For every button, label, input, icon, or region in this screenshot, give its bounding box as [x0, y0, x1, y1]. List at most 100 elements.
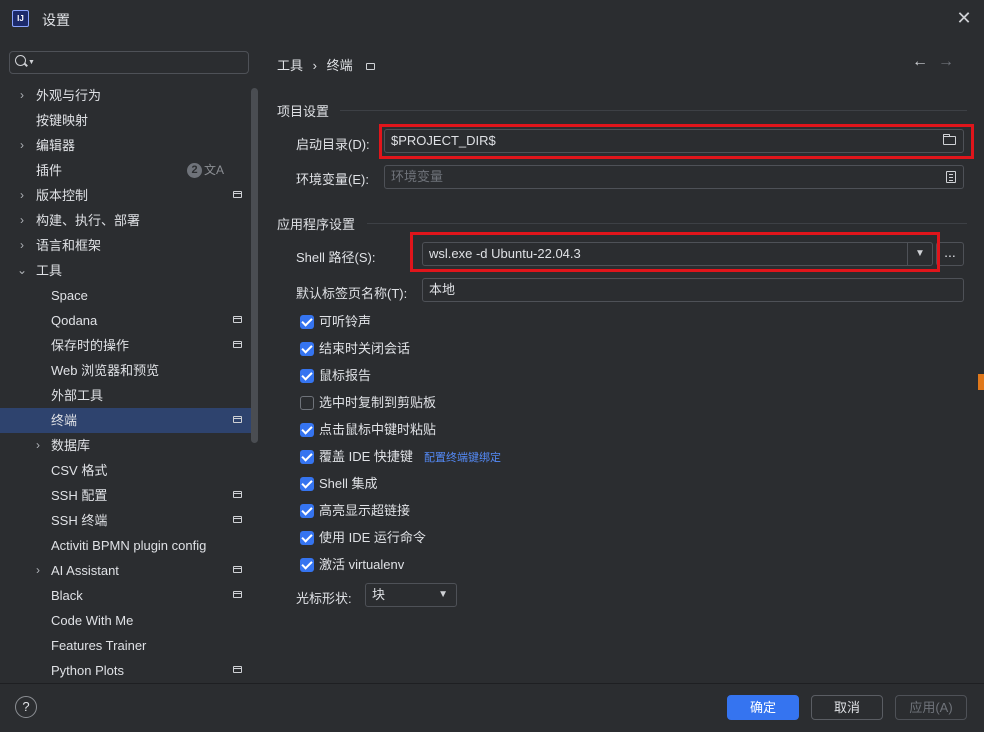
project-level-icon: [233, 416, 242, 423]
checkbox-label[interactable]: 选中时复制到剪贴板: [319, 394, 436, 412]
project-level-icon: [233, 566, 242, 573]
checkbox-label[interactable]: 高亮显示超链接: [319, 502, 410, 520]
search-input[interactable]: ▼: [9, 51, 249, 74]
sidebar-item[interactable]: › 编辑器: [0, 133, 252, 158]
start-dir-field[interactable]: $PROJECT_DIR$: [384, 129, 964, 153]
chevron-right-icon[interactable]: ›: [32, 558, 44, 583]
checkbox-checked[interactable]: [300, 342, 314, 356]
ok-button[interactable]: 确定: [727, 695, 799, 720]
browse-shell-button[interactable]: ...: [936, 242, 964, 266]
sidebar-item[interactable]: Black: [0, 583, 252, 608]
sidebar-scrollbar[interactable]: [251, 88, 258, 443]
section-title-project: 项目设置: [277, 104, 330, 119]
sidebar-item[interactable]: 终端: [0, 408, 252, 433]
sidebar-item-label: 编辑器: [36, 138, 76, 153]
sidebar-item[interactable]: › 构建、执行、部署: [0, 208, 252, 233]
checkbox-label[interactable]: Shell 集成: [319, 475, 378, 493]
checkbox-unchecked[interactable]: [300, 396, 314, 410]
chevron-right-icon[interactable]: ›: [32, 433, 44, 458]
sidebar-item[interactable]: ⌄ 工具: [0, 258, 252, 283]
project-level-icon: [233, 191, 242, 198]
checkbox-label[interactable]: 鼠标报告: [319, 367, 371, 385]
sidebar-item[interactable]: Space: [0, 283, 252, 308]
sidebar-item-label: 插件: [36, 163, 63, 178]
sidebar-item[interactable]: Python Plots: [0, 658, 252, 683]
sidebar-item[interactable]: Code With Me: [0, 608, 252, 633]
chevron-right-icon[interactable]: ›: [16, 233, 28, 258]
sidebar-item[interactable]: Activiti BPMN plugin config: [0, 533, 252, 558]
chevron-right-icon[interactable]: ›: [16, 133, 28, 158]
project-level-icon: [233, 491, 242, 498]
checkbox-checked[interactable]: [300, 423, 314, 437]
sidebar-item[interactable]: Features Trainer: [0, 633, 252, 658]
tab-name-field[interactable]: 本地: [422, 278, 964, 302]
sidebar-item[interactable]: › 版本控制: [0, 183, 252, 208]
sidebar-item[interactable]: 外部工具: [0, 383, 252, 408]
shell-path-combobox[interactable]: wsl.exe -d Ubuntu-22.04.3 ▼: [422, 242, 933, 266]
sidebar-item[interactable]: 保存时的操作: [0, 333, 252, 358]
checkbox-label[interactable]: 激活 virtualenv: [319, 556, 404, 574]
help-button[interactable]: ?: [15, 696, 37, 718]
folder-icon[interactable]: [943, 134, 956, 145]
shell-path-label: Shell 路径(S):: [296, 250, 376, 265]
chevron-right-icon[interactable]: ›: [16, 208, 28, 233]
update-count-badge: 2: [187, 163, 202, 178]
chevron-down-icon[interactable]: ▼: [907, 243, 932, 265]
chevron-right-icon[interactable]: ›: [16, 183, 28, 208]
window-title: 设置: [42, 12, 70, 28]
edit-document-icon[interactable]: [946, 171, 956, 183]
sidebar-item-label: Black: [51, 588, 83, 603]
checkbox-label[interactable]: 可听铃声: [319, 313, 371, 331]
back-arrow-icon[interactable]: ←: [912, 53, 928, 71]
project-level-icon: [233, 316, 242, 323]
sidebar-item[interactable]: Web 浏览器和预览: [0, 358, 252, 383]
breadcrumb-separator: ›: [312, 58, 317, 73]
checkbox-label[interactable]: 覆盖 IDE 快捷键: [319, 448, 413, 466]
sidebar-item[interactable]: 插件 2 文A: [0, 158, 252, 183]
checkbox-checked[interactable]: [300, 450, 314, 464]
sidebar-item-label: Space: [51, 288, 88, 303]
checkbox-checked[interactable]: [300, 504, 314, 518]
sidebar-item-label: Web 浏览器和预览: [51, 363, 160, 378]
section-divider: [367, 223, 967, 224]
breadcrumb-parent[interactable]: 工具: [277, 58, 303, 73]
sidebar-item[interactable]: › AI Assistant: [0, 558, 252, 583]
close-icon[interactable]: ✕: [954, 8, 974, 28]
chevron-down-icon[interactable]: ⌄: [16, 258, 28, 283]
configure-keybindings-link[interactable]: 配置终端键绑定: [424, 449, 501, 467]
sidebar-item[interactable]: › 语言和框架: [0, 233, 252, 258]
checkbox-label[interactable]: 使用 IDE 运行命令: [319, 529, 426, 547]
cursor-shape-value: 块: [372, 587, 386, 602]
checkbox-checked[interactable]: [300, 315, 314, 329]
checkbox-checked[interactable]: [300, 531, 314, 545]
sidebar-item-label: Python Plots: [51, 663, 124, 678]
sidebar-item[interactable]: Qodana: [0, 308, 252, 333]
checkbox-checked[interactable]: [300, 558, 314, 572]
sidebar-item-label: 工具: [36, 263, 63, 278]
sidebar-item-label: 构建、执行、部署: [36, 213, 141, 228]
checkbox-label[interactable]: 结束时关闭会话: [319, 340, 410, 358]
env-vars-field[interactable]: 环境变量: [384, 165, 964, 189]
forward-arrow-icon[interactable]: →: [938, 53, 954, 71]
sidebar-item[interactable]: CSV 格式: [0, 458, 252, 483]
sidebar-item-label: 版本控制: [36, 188, 89, 203]
sidebar-item[interactable]: › 数据库: [0, 433, 252, 458]
section-divider: [340, 110, 967, 111]
sidebar-item[interactable]: SSH 终端: [0, 508, 252, 533]
sidebar-item[interactable]: › 外观与行为: [0, 83, 252, 108]
sidebar-item-label: Activiti BPMN plugin config: [51, 538, 207, 553]
cancel-button[interactable]: 取消: [811, 695, 883, 720]
search-icon: [15, 55, 26, 66]
dialog-footer: ? 确定 取消 应用(A): [0, 683, 984, 732]
sidebar-item-label: AI Assistant: [51, 563, 119, 578]
sidebar-item-label: 终端: [51, 413, 78, 428]
checkbox-label[interactable]: 点击鼠标中键时粘贴: [319, 421, 436, 439]
checkbox-checked[interactable]: [300, 369, 314, 383]
checkbox-checked[interactable]: [300, 477, 314, 491]
shell-path-value: wsl.exe -d Ubuntu-22.04.3: [429, 246, 581, 261]
sidebar-item[interactable]: 按键映射: [0, 108, 252, 133]
apply-button[interactable]: 应用(A): [895, 695, 967, 720]
cursor-shape-select[interactable]: 块 ▼: [365, 583, 457, 607]
sidebar-item[interactable]: SSH 配置: [0, 483, 252, 508]
chevron-right-icon[interactable]: ›: [16, 83, 28, 108]
